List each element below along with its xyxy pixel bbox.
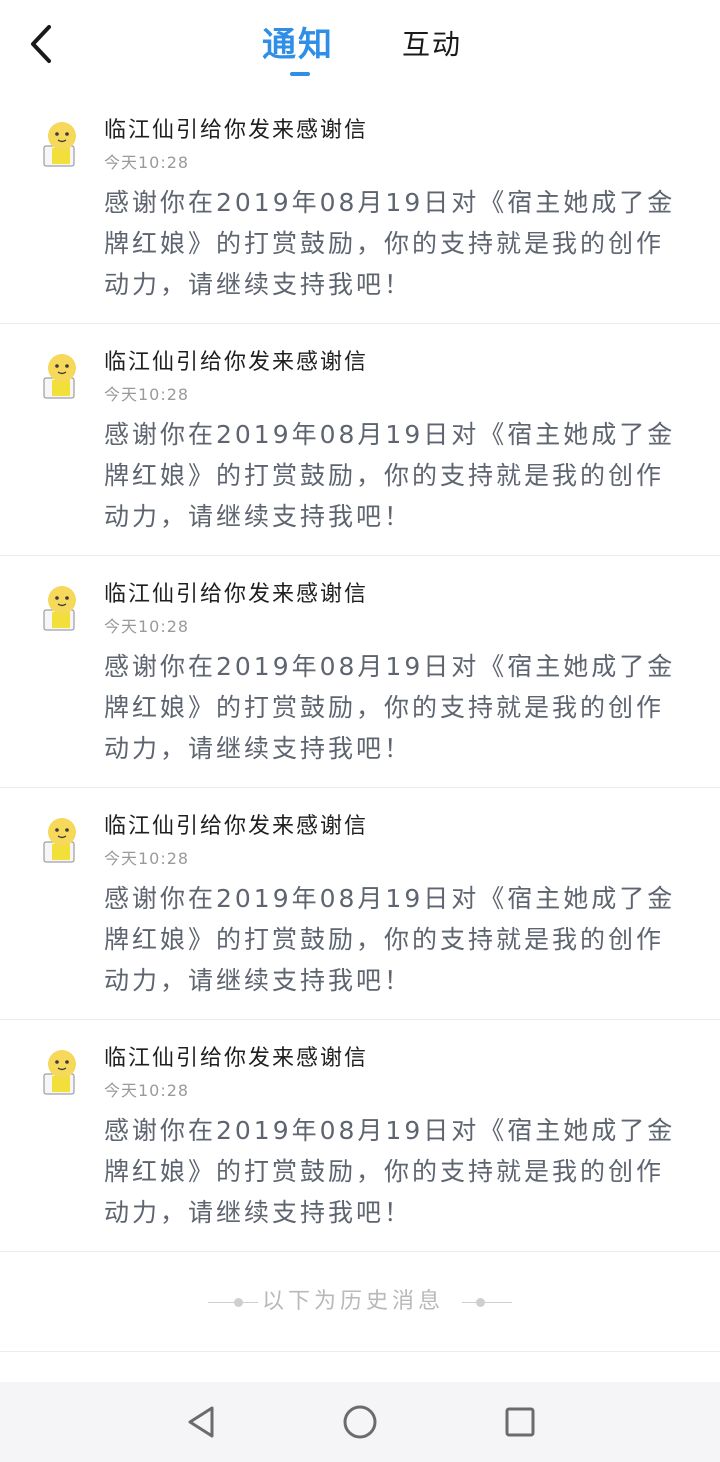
list-item[interactable]: 临江仙引给你发来感谢信 今天10:28 感谢你在2019年08月19日对《宿主她…: [0, 324, 720, 556]
lucky-cat-icon: [43, 1050, 76, 1095]
notification-time: 今天10:28: [104, 617, 190, 636]
triangle-back-icon[interactable]: [182, 1402, 222, 1442]
list-item[interactable]: 临江仙引给你发来感谢信 今天10:28 感谢你在2019年08月19日对《宿主她…: [0, 556, 720, 788]
active-tab-indicator: [290, 72, 310, 76]
notification-time: 今天10:28: [104, 153, 190, 172]
notification-time: 今天10:28: [104, 849, 190, 868]
lucky-cat-icon: [43, 122, 76, 167]
circle-home-icon[interactable]: [340, 1402, 380, 1442]
list-item[interactable]: 临江仙引给你发来感谢信 今天10:28 感谢你在2019年08月19日对《宿主她…: [0, 92, 720, 324]
notification-title: 临江仙引给你发来感谢信: [104, 1046, 369, 1071]
notification-time: 今天10:28: [104, 1081, 190, 1100]
tab-notice[interactable]: 通知: [262, 22, 334, 68]
system-nav-bar: [0, 1382, 720, 1462]
top-bar: 通知 互动: [0, 0, 720, 92]
list-item[interactable]: 临江仙引给你发来感谢信 今天10:28 感谢你在2019年08月19日对《宿主她…: [0, 1020, 720, 1252]
notification-body: 感谢你在2019年08月19日对《宿主她成了金牌红娘》的打赏鼓励，你的支持就是我…: [104, 188, 676, 299]
notification-list: 临江仙引给你发来感谢信 今天10:28 感谢你在2019年08月19日对《宿主她…: [0, 92, 720, 1252]
history-divider: 以下为历史消息: [0, 1252, 720, 1352]
divider-dot-left: [234, 1298, 243, 1307]
notification-title: 临江仙引给你发来感谢信: [104, 814, 369, 839]
notification-body: 感谢你在2019年08月19日对《宿主她成了金牌红娘》的打赏鼓励，你的支持就是我…: [104, 1116, 676, 1227]
tab-interaction[interactable]: 互动: [402, 22, 462, 68]
notification-title: 临江仙引给你发来感谢信: [104, 118, 369, 143]
lucky-cat-icon: [43, 354, 76, 399]
lucky-cat-icon: [43, 818, 76, 863]
chevron-left-icon: [31, 25, 51, 63]
notification-body: 感谢你在2019年08月19日对《宿主她成了金牌红娘》的打赏鼓励，你的支持就是我…: [104, 884, 676, 995]
lucky-cat-icon: [43, 586, 76, 631]
notification-body: 感谢你在2019年08月19日对《宿主她成了金牌红娘》的打赏鼓励，你的支持就是我…: [104, 420, 676, 531]
notification-time: 今天10:28: [104, 385, 190, 404]
notification-body: 感谢你在2019年08月19日对《宿主她成了金牌红娘》的打赏鼓励，你的支持就是我…: [104, 652, 676, 763]
divider-line-right: [462, 1302, 512, 1303]
back-button[interactable]: [22, 22, 62, 66]
divider-line-left: [208, 1302, 258, 1303]
notification-title: 临江仙引给你发来感谢信: [104, 582, 369, 607]
list-item[interactable]: 临江仙引给你发来感谢信 今天10:28 感谢你在2019年08月19日对《宿主她…: [0, 788, 720, 1020]
notification-title: 临江仙引给你发来感谢信: [104, 350, 369, 375]
square-recent-icon[interactable]: [500, 1402, 540, 1442]
history-divider-label: 以下为历史消息: [262, 1289, 445, 1314]
